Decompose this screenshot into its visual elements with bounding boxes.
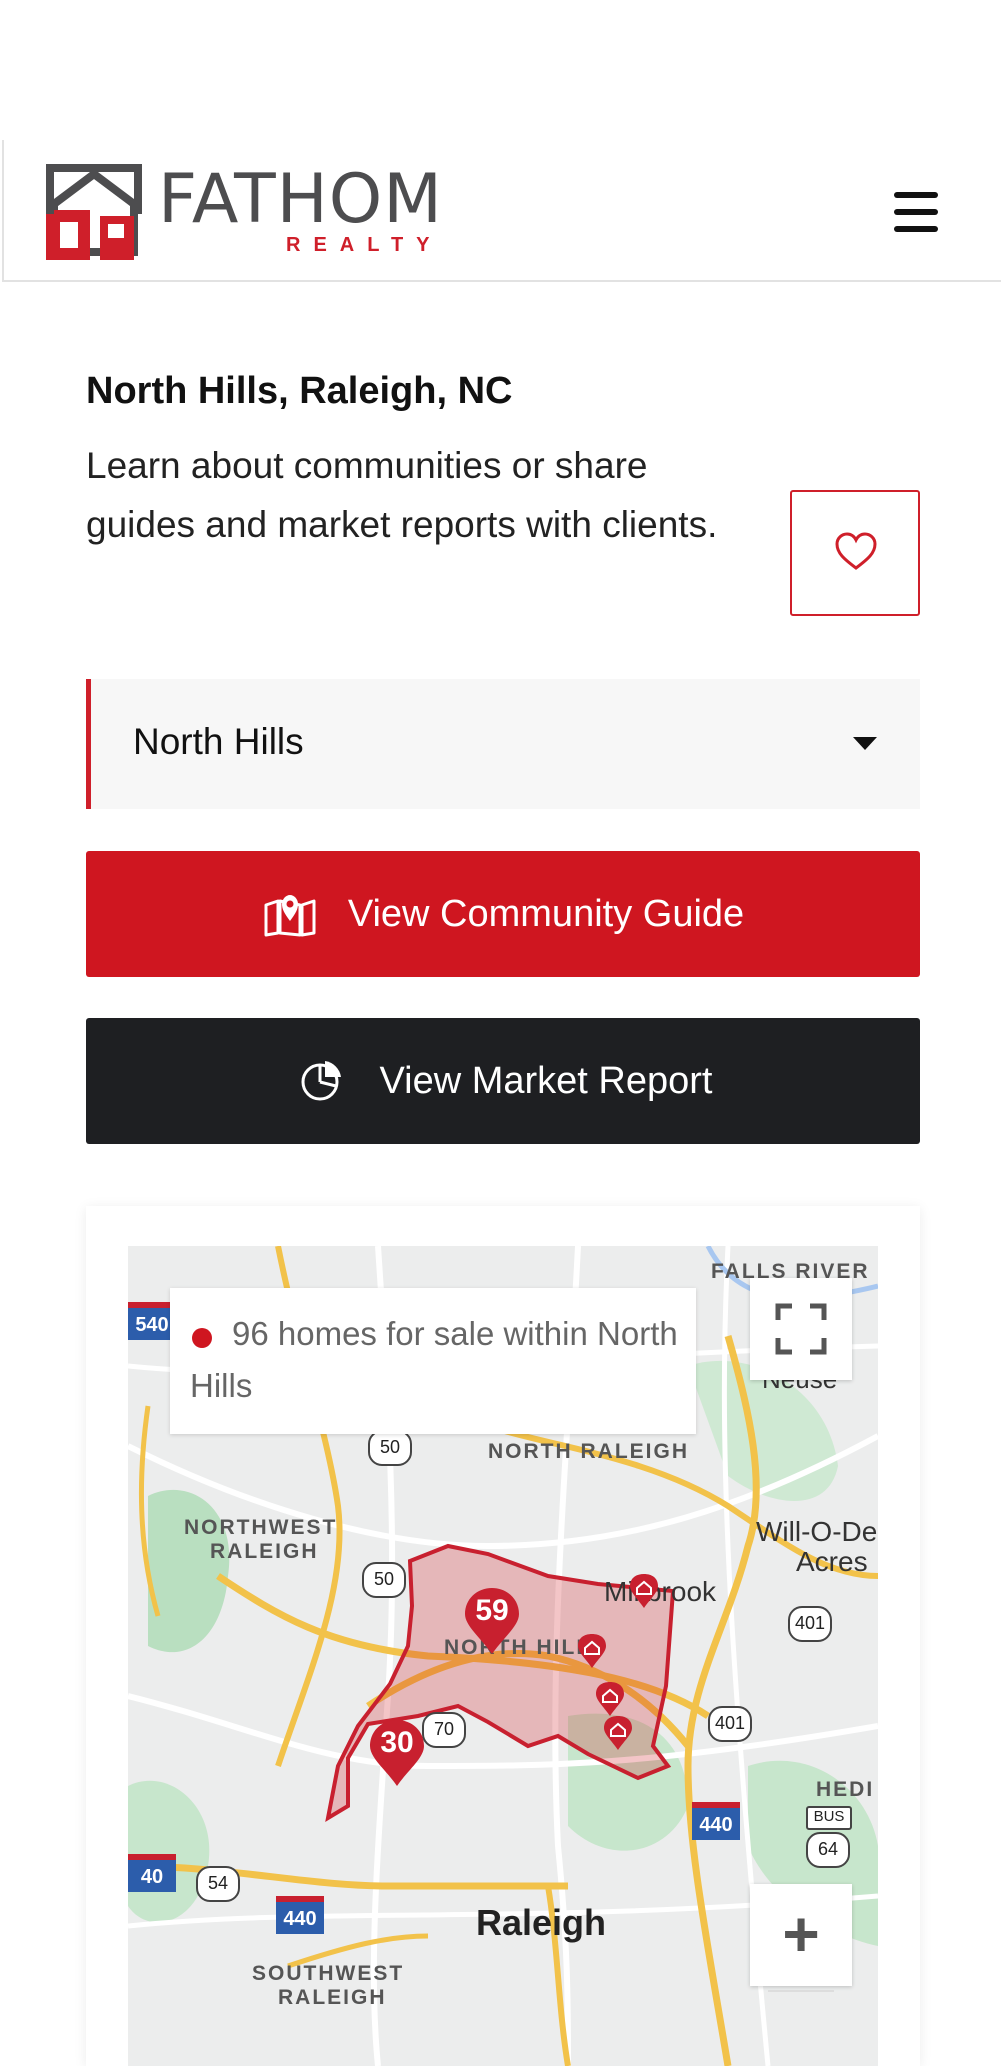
highway-shield: 401 bbox=[708, 1706, 752, 1742]
home-pin-icon[interactable] bbox=[628, 1572, 660, 1610]
map-label-millbrook: Millbrook bbox=[604, 1576, 717, 1607]
highway-shield: 401 bbox=[788, 1606, 832, 1642]
zoom-in-button[interactable]: + bbox=[750, 1884, 852, 1986]
highway-shield: 64 bbox=[806, 1832, 850, 1868]
cluster-count: 30 bbox=[380, 1726, 414, 1759]
home-pin-icon[interactable] bbox=[602, 1714, 634, 1752]
highway-shield: 440 bbox=[692, 1802, 740, 1840]
map-label-raleigh: Raleigh bbox=[476, 1902, 607, 1943]
logo-tagline: REALTY bbox=[286, 234, 443, 256]
community-select[interactable]: North Hills bbox=[86, 679, 920, 809]
map-card: FALLS RIVER Neuse NORTH RALEIGH NORTHWES… bbox=[86, 1206, 920, 2066]
page-description: Learn about communities or share guides … bbox=[86, 445, 718, 545]
page-title: North Hills, Raleigh, NC bbox=[86, 370, 513, 412]
map-label-hedingham: HEDI bbox=[816, 1778, 875, 1801]
hamburger-icon bbox=[894, 192, 938, 198]
site-header: FATHOM REALTY bbox=[2, 140, 1001, 282]
highway-shield: BUS bbox=[806, 1806, 852, 1830]
hamburger-icon-bar bbox=[894, 209, 938, 215]
view-community-guide-label: View Community Guide bbox=[347, 892, 745, 935]
hamburger-icon-bar bbox=[894, 226, 938, 232]
map-pin-icon bbox=[264, 895, 316, 937]
map-cluster-marker[interactable]: 30 bbox=[368, 1718, 426, 1793]
highway-shield: 54 bbox=[196, 1866, 240, 1902]
logo-wordmark: FATHOM bbox=[158, 160, 443, 239]
highway-shield: 70 bbox=[422, 1712, 466, 1748]
map-info-box: 96 homes for sale within North Hills bbox=[170, 1288, 696, 1434]
highway-shield: 40 bbox=[128, 1854, 176, 1892]
favorite-button[interactable] bbox=[790, 490, 920, 616]
map-label-will-o-dale-2: Acres bbox=[796, 1546, 868, 1577]
highway-shield: 540 bbox=[128, 1302, 176, 1340]
top-spacer bbox=[0, 0, 1001, 140]
map-label-southwest-raleigh-2: RALEIGH bbox=[278, 1986, 387, 2009]
heart-icon bbox=[835, 532, 877, 570]
home-pin-icon[interactable] bbox=[576, 1632, 608, 1670]
fullscreen-button[interactable] bbox=[750, 1278, 852, 1380]
logo-mark-icon bbox=[46, 164, 142, 260]
community-select-value: North Hills bbox=[133, 721, 304, 762]
view-market-report-button[interactable]: View Market Report bbox=[86, 1018, 920, 1144]
home-pin-icon[interactable] bbox=[594, 1680, 626, 1718]
map-label-northwest-raleigh: NORTHWEST bbox=[184, 1516, 338, 1539]
hamburger-menu-button[interactable] bbox=[892, 190, 942, 234]
fathom-logo[interactable]: FATHOM REALTY bbox=[46, 160, 486, 262]
map-label-north-raleigh: NORTH RALEIGH bbox=[488, 1440, 689, 1463]
view-market-report-label: View Market Report bbox=[379, 1059, 713, 1102]
map-label-southwest-raleigh: SOUTHWEST bbox=[252, 1962, 405, 1985]
zoom-divider bbox=[768, 1990, 834, 1992]
map-cluster-marker[interactable]: 59 bbox=[463, 1586, 521, 1661]
map-info-text: 96 homes for sale within North Hills bbox=[190, 1315, 678, 1404]
highway-shield: 50 bbox=[368, 1430, 412, 1466]
fullscreen-icon bbox=[775, 1303, 827, 1355]
view-community-guide-button[interactable]: View Community Guide bbox=[86, 851, 920, 977]
highway-shield: 440 bbox=[276, 1896, 324, 1934]
map-label-northwest-raleigh-2: RALEIGH bbox=[210, 1540, 319, 1563]
cluster-count: 59 bbox=[475, 1594, 509, 1627]
community-map[interactable]: FALLS RIVER Neuse NORTH RALEIGH NORTHWES… bbox=[128, 1246, 878, 2066]
caret-down-icon bbox=[853, 737, 877, 750]
pie-chart-icon bbox=[301, 1061, 341, 1101]
highway-shield: 50 bbox=[362, 1562, 406, 1598]
map-label-will-o-dale: Will-O-De bbox=[756, 1516, 878, 1547]
